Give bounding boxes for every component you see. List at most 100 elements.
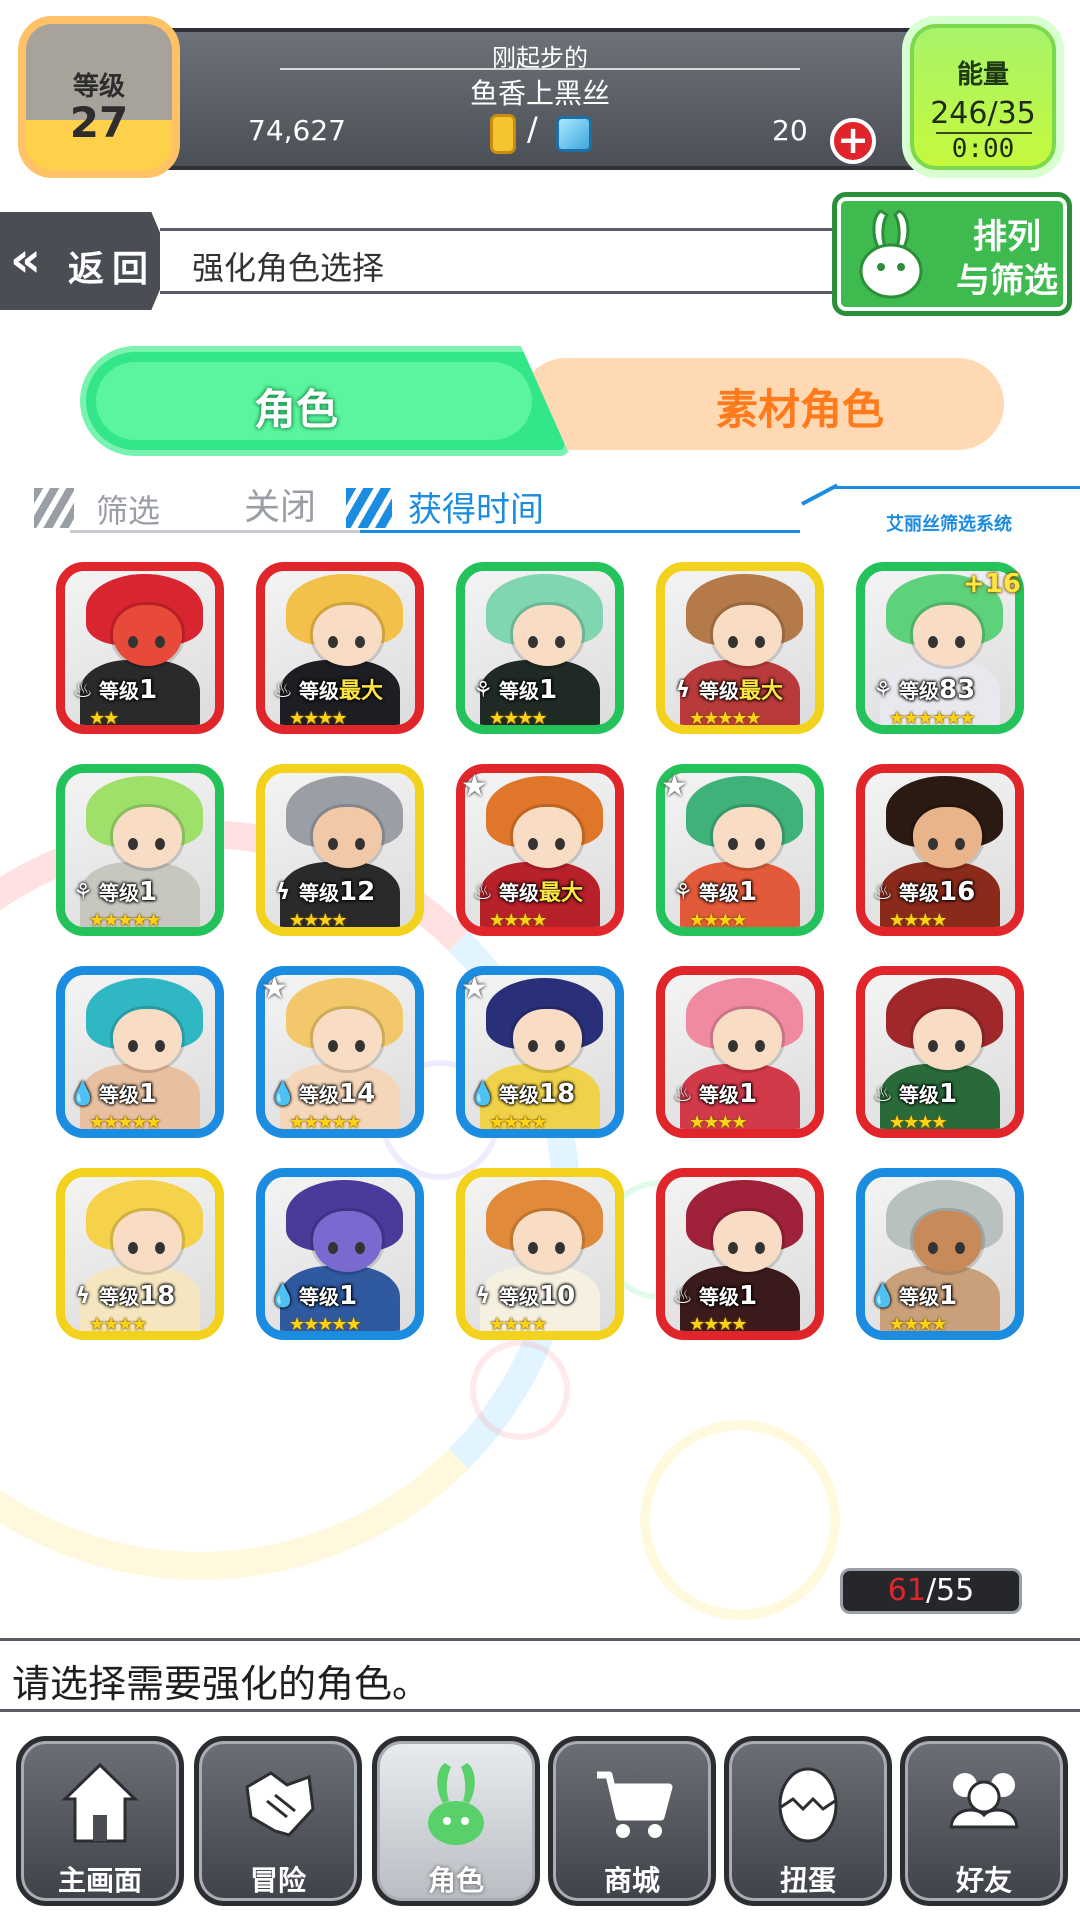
tab-material-characters[interactable]: 素材角色 <box>520 358 1004 450</box>
character-level: 等级1 <box>699 1079 758 1109</box>
character-level: 等级1 <box>99 675 158 705</box>
thunder-element-icon: ϟ <box>475 1284 491 1309</box>
character-card[interactable]: ★ 💧 等级14 ★★★★★ <box>256 966 424 1138</box>
rarity-stars: ★★★★ <box>289 910 348 931</box>
nav-home-label: 主画面 <box>57 1864 142 1897</box>
rarity-stars: ★★★★ <box>489 1314 548 1335</box>
gold-amount: 74,627 <box>248 114 346 147</box>
character-card[interactable]: 💧 等级1 ★★★★ <box>856 1168 1024 1340</box>
character-card[interactable]: ⚘ 等级1 ★★★★★ <box>56 764 224 936</box>
player-name: 鱼香上黑丝 <box>469 77 610 110</box>
water-element-icon: 💧 <box>269 1082 297 1107</box>
nav-gacha[interactable]: 扭蛋 <box>724 1736 892 1906</box>
handshake-icon <box>245 1771 315 1837</box>
rarity-stars: ★★★★ <box>889 1112 948 1133</box>
nav-adventure-label: 冒险 <box>249 1864 306 1897</box>
character-card[interactable]: ♨ 等级1 ★★★★ <box>656 1168 824 1340</box>
nav-character[interactable]: 角色 <box>372 1736 540 1906</box>
character-card[interactable]: ⚘ 等级1 ★★★★ <box>456 562 624 734</box>
home-icon <box>61 1762 139 1843</box>
character-level: 等级83 <box>899 675 976 705</box>
nav-gacha-label: 扭蛋 <box>779 1864 836 1897</box>
status-bar: 等级 27 刚起步的 鱼香上黑丝 74,627 / 20 + 能量 246/35… <box>0 0 1080 185</box>
character-count: 61/55 <box>840 1568 1022 1614</box>
character-card[interactable]: 💧 等级1 ★★★★★ <box>256 1168 424 1340</box>
favorite-star-icon: ★ <box>461 971 488 1006</box>
character-level: 等级1 <box>99 877 158 907</box>
tab-material-label: 素材角色 <box>715 385 884 434</box>
character-level: 等级最大 <box>499 881 584 906</box>
water-element-icon: 💧 <box>469 1082 497 1107</box>
back-button[interactable]: « 返回 <box>0 212 172 310</box>
filter-system-label: 艾丽丝筛选系统 <box>886 514 1012 535</box>
character-card[interactable]: ϟ 等级18 ★★★★ <box>56 1168 224 1340</box>
energy-box[interactable]: 能量 246/35 0:00 <box>902 16 1064 178</box>
nav-shop-label: 商城 <box>603 1864 660 1897</box>
sort-label-line1: 排列 <box>973 217 1041 257</box>
water-element-icon: 💧 <box>69 1082 97 1107</box>
rarity-stars: ★★★★★★ <box>889 708 976 729</box>
sort-underline <box>360 530 800 533</box>
character-card[interactable]: +16 ⚘ 等级83 ★★★★★★ <box>856 562 1024 734</box>
character-level: 等级1 <box>499 675 558 705</box>
shopping-cart-icon <box>597 1771 673 1838</box>
character-card[interactable]: ★ 💧 等级18 ★★★★ <box>456 966 624 1138</box>
sort-filter-button[interactable]: 排列 与筛选 <box>832 192 1072 316</box>
currency-separator: / <box>527 110 538 148</box>
nav-adventure[interactable]: 冒险 <box>194 1736 362 1906</box>
character-level: 等级18 <box>499 1079 576 1109</box>
fire-element-icon: ♨ <box>473 880 493 905</box>
energy-timer: 0:00 <box>951 134 1015 164</box>
character-card[interactable]: 💧 等级1 ★★★★★ <box>56 966 224 1138</box>
character-level: 等级16 <box>899 877 976 907</box>
character-card[interactable]: ϟ 等级10 ★★★★ <box>456 1168 624 1340</box>
energy-label: 能量 <box>956 60 1009 90</box>
character-count-max: /55 <box>925 1573 975 1608</box>
rabbit-icon <box>428 1763 484 1845</box>
character-level: 等级10 <box>499 1281 576 1311</box>
character-card[interactable]: ♨ 等级1 ★★★★ <box>656 966 824 1138</box>
favorite-star-icon: ★ <box>261 971 288 1006</box>
thunder-element-icon: ϟ <box>675 678 691 703</box>
tab-characters-label: 角色 <box>253 385 338 434</box>
rarity-stars: ★★★★★ <box>289 1112 362 1133</box>
add-currency-button[interactable]: + <box>830 118 876 164</box>
character-level: 等级1 <box>299 1281 358 1311</box>
plus-value-badge: +16 <box>963 569 1021 599</box>
character-level: 等级最大 <box>699 679 784 704</box>
sort-label-line2: 与筛选 <box>956 261 1058 301</box>
tab-characters[interactable]: 角色 <box>80 346 570 456</box>
bottom-navigation: 主画面 冒险 角色 商城 扭蛋 好友 <box>0 1730 1080 1920</box>
nav-friends[interactable]: 好友 <box>900 1736 1068 1906</box>
egg-icon <box>778 1767 838 1843</box>
player-level-box: 等级 27 <box>18 16 180 178</box>
character-card[interactable]: ★ ⚘ 等级1 ★★★★ <box>656 764 824 936</box>
sort-order-value[interactable]: 获得时间 <box>408 482 544 531</box>
filter-label[interactable]: 筛选 <box>96 486 160 532</box>
rarity-stars: ★★★★ <box>89 1314 148 1335</box>
fire-element-icon: ♨ <box>673 1284 693 1309</box>
fire-element-icon: ♨ <box>673 1082 693 1107</box>
nav-shop[interactable]: 商城 <box>548 1736 716 1906</box>
sort-stripe-icon <box>346 488 392 528</box>
rarity-stars: ★★★★ <box>689 1112 748 1133</box>
character-card[interactable]: ♨ 等级1 ★★★★ <box>856 966 1024 1138</box>
character-card[interactable]: ♨ 等级16 ★★★★ <box>856 764 1024 936</box>
character-card[interactable]: ♨ 等级最大 ★★★★ <box>256 562 424 734</box>
gem-icon <box>556 116 592 152</box>
character-card[interactable]: ϟ 等级最大 ★★★★★ <box>656 562 824 734</box>
character-card[interactable]: ♨ 等级1 ★★ <box>56 562 224 734</box>
character-card[interactable]: ϟ 等级12 ★★★★ <box>256 764 424 936</box>
character-level: 等级1 <box>699 1281 758 1311</box>
rarity-stars: ★★★★ <box>489 910 548 931</box>
filter-underline <box>70 530 390 533</box>
character-level: 等级18 <box>99 1281 176 1311</box>
nav-home[interactable]: 主画面 <box>16 1736 184 1906</box>
filter-value[interactable]: 关闭 <box>244 478 316 530</box>
character-card[interactable]: ★ ♨ 等级最大 ★★★★ <box>456 764 624 936</box>
wood-element-icon: ⚘ <box>673 880 693 905</box>
character-level: 等级1 <box>899 1079 958 1109</box>
rarity-stars: ★★★★ <box>689 1314 748 1335</box>
water-element-icon: 💧 <box>269 1284 297 1309</box>
fire-element-icon: ♨ <box>73 678 93 703</box>
